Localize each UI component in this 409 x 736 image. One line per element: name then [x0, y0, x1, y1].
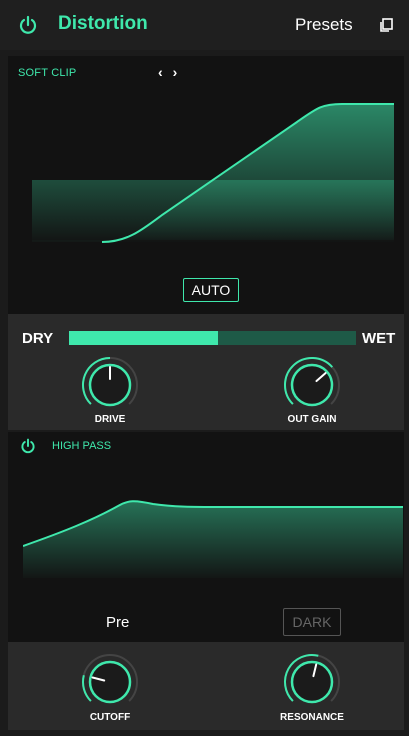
- pre-toggle[interactable]: Pre: [106, 614, 129, 631]
- clip-panel: SOFT CLIP ‹ › AUTO: [8, 56, 404, 314]
- power-icon[interactable]: [18, 15, 38, 35]
- auto-button[interactable]: AUTO: [183, 278, 239, 302]
- plugin-title: Distortion: [58, 13, 148, 34]
- knob-body: [88, 660, 132, 704]
- copy-icon[interactable]: [378, 17, 394, 33]
- highpass-power-icon[interactable]: [20, 438, 36, 454]
- clip-mode-nav: ‹ ›: [158, 64, 183, 80]
- next-mode-button[interactable]: ›: [173, 64, 178, 80]
- wet-label: WET: [362, 330, 396, 347]
- dry-label: DRY: [22, 330, 54, 347]
- resonance-knob[interactable]: [282, 652, 342, 712]
- cutoff-knob[interactable]: [80, 652, 140, 712]
- dry-wet-fill: [69, 331, 218, 345]
- cutoff-label: CUTOFF: [89, 712, 131, 723]
- prev-mode-button[interactable]: ‹: [158, 64, 163, 80]
- clip-mode-label: SOFT CLIP: [18, 67, 77, 79]
- presets-button[interactable]: Presets: [295, 15, 353, 35]
- knob-body: [290, 363, 334, 407]
- resonance-label: RESONANCE: [280, 712, 344, 723]
- drive-label: DRIVE: [94, 414, 126, 425]
- clip-curve-graph[interactable]: [32, 100, 394, 250]
- out-gain-knob[interactable]: [282, 355, 342, 415]
- out-gain-label: OUT GAIN: [287, 414, 337, 425]
- highpass-label: HIGH PASS: [52, 440, 112, 452]
- highpass-panel: HIGH PASS Pre DARK: [8, 432, 404, 642]
- knob-body: [290, 660, 334, 704]
- drive-knob[interactable]: [80, 355, 140, 415]
- dark-button[interactable]: DARK: [283, 608, 341, 636]
- highpass-curve-graph[interactable]: [23, 490, 403, 582]
